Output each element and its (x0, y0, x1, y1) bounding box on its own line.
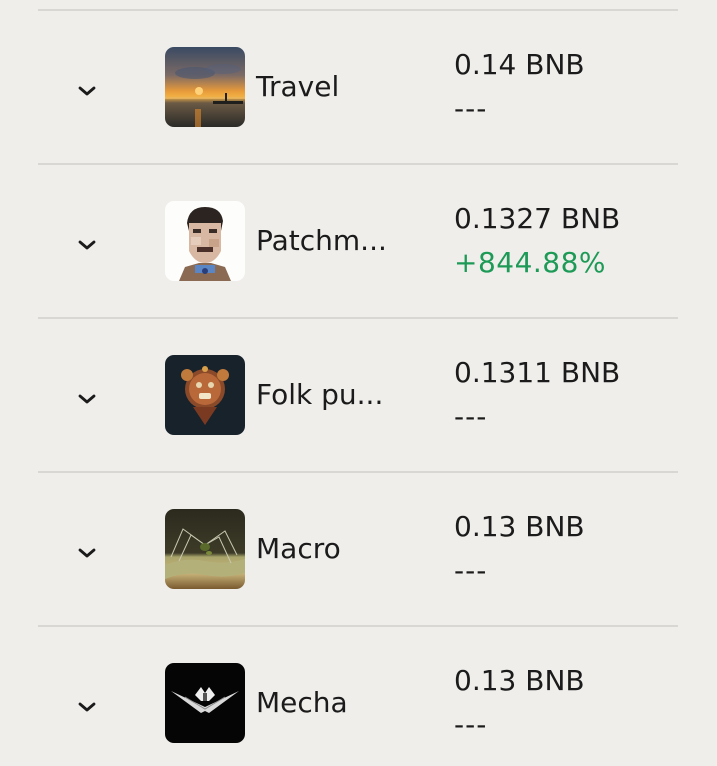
price-change: +844.88% (454, 246, 607, 279)
collection-name[interactable]: Mecha (256, 686, 348, 719)
patchwork-portrait-thumbnail[interactable] (165, 201, 245, 281)
collection-name[interactable]: Macro (256, 532, 341, 565)
chevron-down-icon[interactable] (78, 701, 96, 713)
chevron-down-icon[interactable] (78, 85, 96, 97)
price-change: --- (454, 400, 488, 433)
chevron-down-icon[interactable] (78, 393, 96, 405)
travel-sunset-thumbnail[interactable] (165, 47, 245, 127)
list-row[interactable]: Macro 0.13 BNB --- (0, 473, 717, 627)
floor-price: 0.13 BNB (454, 510, 585, 543)
floor-price: 0.1311 BNB (454, 356, 621, 389)
list-row[interactable]: Patchm... 0.1327 BNB +844.88% (0, 165, 717, 319)
price-change: --- (454, 554, 488, 587)
nft-collection-list: Travel 0.14 BNB --- Patchm... 0.1327 BNB… (0, 0, 717, 766)
floor-price: 0.1327 BNB (454, 202, 621, 235)
macro-spider-thumbnail[interactable] (165, 509, 245, 589)
floor-price: 0.14 BNB (454, 48, 585, 81)
mecha-ship-thumbnail[interactable] (165, 663, 245, 743)
collection-name[interactable]: Travel (256, 70, 339, 103)
price-change: --- (454, 708, 488, 741)
collection-name[interactable]: Folk pu... (256, 378, 383, 411)
folk-puppet-mask-thumbnail[interactable] (165, 355, 245, 435)
chevron-down-icon[interactable] (78, 239, 96, 251)
list-row[interactable]: Folk pu... 0.1311 BNB --- (0, 319, 717, 473)
list-row[interactable]: Travel 0.14 BNB --- (0, 11, 717, 165)
list-row[interactable]: Mecha 0.13 BNB --- (0, 627, 717, 766)
floor-price: 0.13 BNB (454, 664, 585, 697)
collection-name[interactable]: Patchm... (256, 224, 387, 257)
chevron-down-icon[interactable] (78, 547, 96, 559)
price-change: --- (454, 92, 488, 125)
